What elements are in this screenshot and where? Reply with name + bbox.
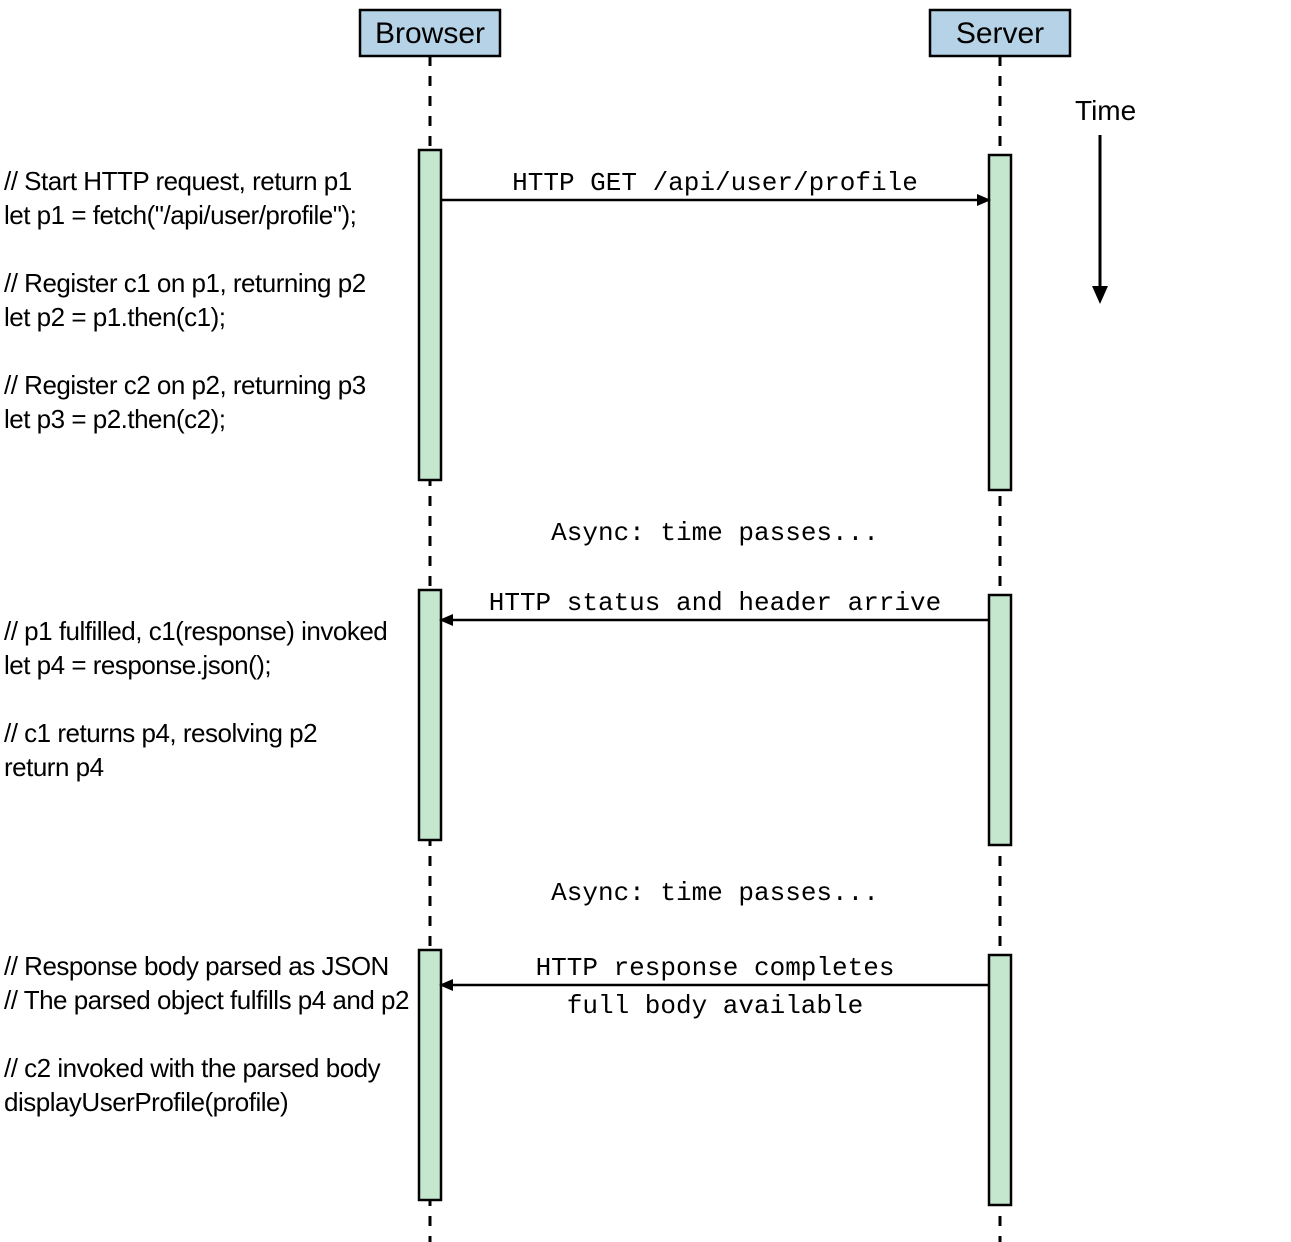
code-line-1-4: return p4 bbox=[4, 752, 104, 782]
gap-label-1: Async: time passes... bbox=[551, 878, 879, 908]
activation-browser-4 bbox=[419, 950, 441, 1200]
sequence-diagram: Browser Server Time HTTP GET /api/user/prof… bbox=[0, 0, 1291, 1242]
message-label2-2: full body available bbox=[567, 991, 863, 1021]
activation-server-3 bbox=[989, 595, 1011, 845]
code-line-1-0: // p1 fulfilled, c1(response) invoked bbox=[4, 616, 387, 646]
code-line-2-1: // The parsed object fulfills p4 and p2 bbox=[4, 985, 409, 1015]
code-line-0-1: let p1 = fetch("/api/user/profile"); bbox=[4, 200, 356, 230]
code-line-1-3: // c1 returns p4, resolving p2 bbox=[4, 718, 317, 748]
activation-server-1 bbox=[989, 155, 1011, 490]
activation-browser-0 bbox=[419, 150, 441, 480]
time-label: Time bbox=[1075, 95, 1136, 126]
code-line-0-0: // Start HTTP request, return p1 bbox=[4, 166, 352, 196]
code-line-2-0: // Response body parsed as JSON bbox=[4, 951, 389, 981]
code-line-0-3: // Register c1 on p1, returning p2 bbox=[4, 268, 366, 298]
actor-label-browser: Browser bbox=[375, 17, 485, 50]
message-label-2: HTTP response completes bbox=[536, 953, 895, 983]
code-line-1-1: let p4 = response.json(); bbox=[4, 650, 271, 680]
code-line-0-7: let p3 = p2.then(c2); bbox=[4, 404, 225, 434]
gap-label-0: Async: time passes... bbox=[551, 518, 879, 548]
message-label-0: HTTP GET /api/user/profile bbox=[512, 168, 918, 198]
code-line-0-6: // Register c2 on p2, returning p3 bbox=[4, 370, 366, 400]
code-line-2-4: displayUserProfile(profile) bbox=[4, 1087, 288, 1117]
code-line-0-4: let p2 = p1.then(c1); bbox=[4, 302, 225, 332]
activation-server-5 bbox=[989, 955, 1011, 1205]
message-label-1: HTTP status and header arrive bbox=[489, 588, 941, 618]
code-line-2-3: // c2 invoked with the parsed body bbox=[4, 1053, 381, 1083]
actor-label-server: Server bbox=[956, 17, 1044, 50]
activation-browser-2 bbox=[419, 590, 441, 840]
